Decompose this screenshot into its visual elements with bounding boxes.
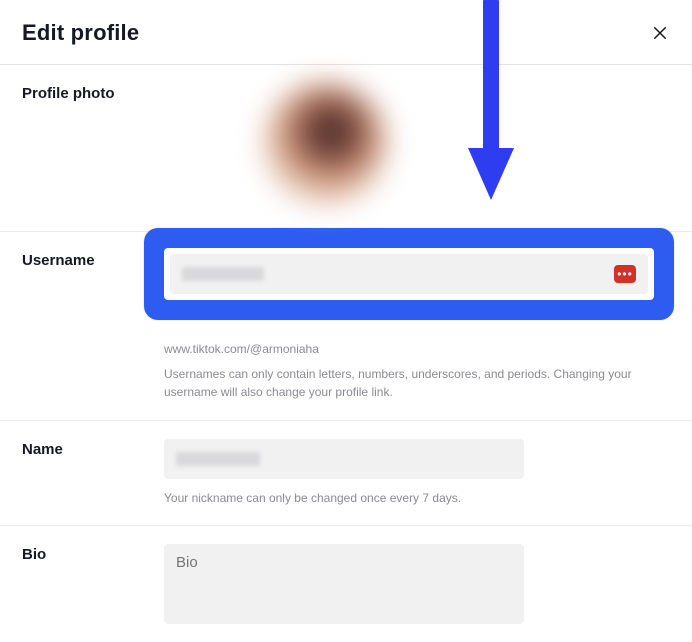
username-label: Username bbox=[22, 250, 164, 402]
username-help: Usernames can only contain letters, numb… bbox=[164, 365, 654, 402]
profile-photo-label: Profile photo bbox=[22, 83, 164, 205]
dictionary-icon: ••• bbox=[614, 265, 636, 283]
close-button[interactable] bbox=[650, 23, 670, 43]
avatar[interactable] bbox=[264, 83, 386, 205]
bio-label: Bio bbox=[22, 544, 164, 624]
bio-input[interactable] bbox=[176, 554, 512, 614]
name-label: Name bbox=[22, 439, 164, 508]
bio-input-wrapper[interactable] bbox=[164, 544, 524, 624]
name-help: Your nickname can only be changed once e… bbox=[164, 489, 654, 508]
username-value-redacted bbox=[182, 267, 264, 281]
username-url: www.tiktok.com/@armoniaha bbox=[164, 340, 654, 359]
close-icon bbox=[651, 24, 669, 42]
name-input[interactable] bbox=[164, 439, 524, 479]
username-highlight: ••• bbox=[144, 228, 674, 320]
name-value-redacted bbox=[176, 452, 260, 466]
page-title: Edit profile bbox=[22, 20, 139, 46]
username-input-wrapper[interactable]: ••• bbox=[170, 254, 648, 294]
